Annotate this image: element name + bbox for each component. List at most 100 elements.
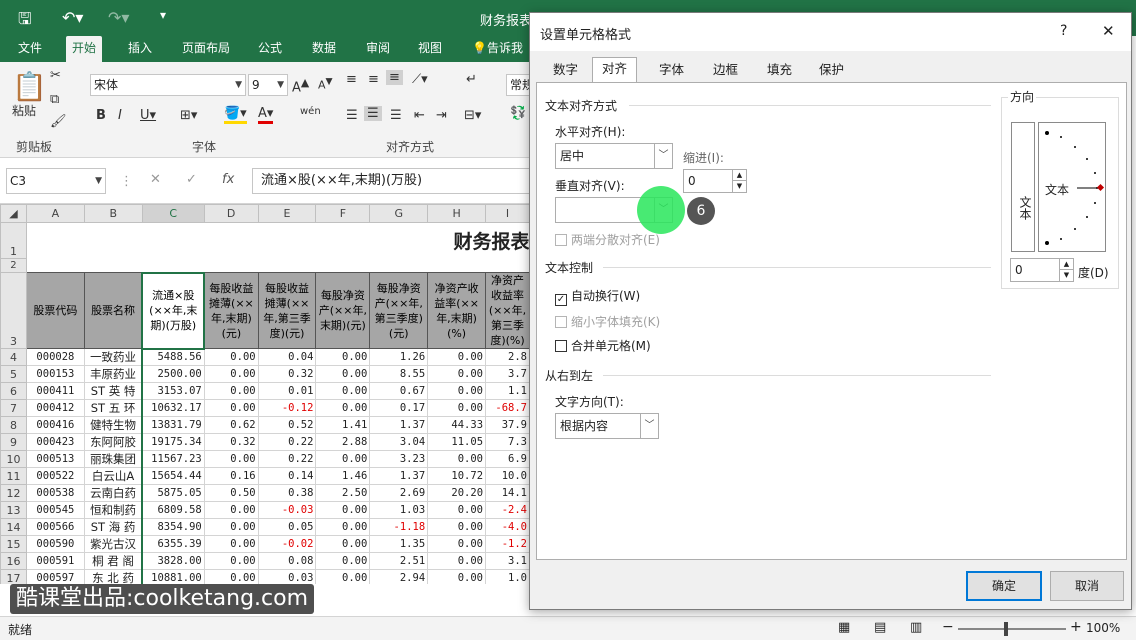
fill-color-icon[interactable]: 🪣▾ <box>224 106 247 124</box>
formula-input[interactable]: 流通×股(××年,末期)(万股) <box>252 168 540 194</box>
zoom-in-icon[interactable]: + <box>1070 619 1082 635</box>
font-name-combo[interactable]: 宋体 ▼ <box>90 74 246 96</box>
cell-value[interactable]: 0.32 <box>257 365 317 383</box>
cell-value[interactable]: 0.00 <box>315 382 371 400</box>
header-cell[interactable]: 股票名称 <box>83 272 143 349</box>
cell-value[interactable]: 0.00 <box>427 450 487 468</box>
cell-name[interactable]: 桐 君 阁 <box>83 552 143 570</box>
cell-value[interactable]: 0.22 <box>257 433 317 451</box>
cell-value[interactable]: 0.00 <box>315 348 371 366</box>
cell-value[interactable]: 0.00 <box>427 552 487 570</box>
cell-value[interactable]: 0.05 <box>257 518 317 536</box>
cell-value[interactable]: 5875.05 <box>141 484 205 502</box>
cell-code[interactable]: 000411 <box>25 382 85 400</box>
font-color-icon[interactable]: A▾ <box>258 106 274 124</box>
cell-name[interactable]: 恒和制药 <box>83 501 143 519</box>
customize-icon[interactable]: ▾ <box>160 8 166 22</box>
cell-value[interactable]: 1.37 <box>369 416 429 434</box>
cell-value[interactable]: 0.38 <box>257 484 317 502</box>
paste-icon[interactable]: 📋 <box>12 70 47 103</box>
undo-icon[interactable]: ↶▾ <box>62 8 83 27</box>
tab-review[interactable]: 审阅 <box>360 36 396 62</box>
row-header[interactable]: 3 <box>0 272 27 349</box>
cell-code[interactable]: 000412 <box>25 399 85 417</box>
page-break-view-icon[interactable]: ▥ <box>910 620 922 635</box>
cell-name[interactable]: 云南白药 <box>83 484 143 502</box>
orientation-dial[interactable]: 文本 <box>1038 122 1106 252</box>
shrink-to-fit-checkbox[interactable]: 缩小字体填充(K) <box>555 313 660 330</box>
cell-value[interactable]: 0.00 <box>315 552 371 570</box>
cell-code[interactable]: 000153 <box>25 365 85 383</box>
cell-value[interactable]: 0.03 <box>257 569 317 584</box>
row-header[interactable]: 5 <box>0 365 27 383</box>
cell-value[interactable]: 0.08 <box>257 552 317 570</box>
row-header[interactable]: 9 <box>0 433 27 451</box>
col-header-e[interactable]: E <box>257 204 317 223</box>
cell-value[interactable]: 13831.79 <box>141 416 205 434</box>
name-box[interactable]: C3 ▼ <box>6 168 106 194</box>
row-header[interactable]: 1 <box>0 222 27 259</box>
font-size-combo[interactable]: 9 ▼ <box>248 74 288 96</box>
horizontal-align-select[interactable]: 居中 ﹀ <box>555 143 673 169</box>
cell-value[interactable]: 3.04 <box>369 433 429 451</box>
cell-value[interactable]: -1.18 <box>369 518 429 536</box>
cell-value[interactable]: 1.41 <box>315 416 371 434</box>
cell-value[interactable]: 1.35 <box>369 535 429 553</box>
cell-value[interactable]: 6355.39 <box>141 535 205 553</box>
cell-value[interactable]: 2.88 <box>315 433 371 451</box>
cell-value[interactable]: 0.04 <box>257 348 317 366</box>
cell-value[interactable]: 6809.58 <box>141 501 205 519</box>
cell-value[interactable]: 2.69 <box>369 484 429 502</box>
cell-value[interactable]: 0.00 <box>315 535 371 553</box>
cell-value[interactable]: 0.00 <box>203 518 259 536</box>
row-header[interactable]: 8 <box>0 416 27 434</box>
cell-value[interactable]: -0.02 <box>257 535 317 553</box>
row-header[interactable]: 7 <box>0 399 27 417</box>
cell-value[interactable]: 1.0 <box>485 569 530 584</box>
cell-value[interactable]: 0.00 <box>203 348 259 366</box>
tab-view[interactable]: 视图 <box>412 36 448 62</box>
tab-home[interactable]: 开始 <box>66 36 103 62</box>
cell-code[interactable]: 000522 <box>25 467 85 485</box>
cell-value[interactable]: 2.50 <box>315 484 371 502</box>
cell-value[interactable]: 0.00 <box>203 552 259 570</box>
cell-value[interactable]: 14.1 <box>485 484 530 502</box>
cell-value[interactable]: 37.9 <box>485 416 530 434</box>
row-header[interactable]: 13 <box>0 501 27 519</box>
normal-view-icon[interactable]: ▦ <box>838 620 850 635</box>
cell-value[interactable]: 1.37 <box>369 467 429 485</box>
col-header-f[interactable]: F <box>315 204 371 223</box>
wrap-text-checkbox[interactable]: ✓ 自动换行(W) <box>555 287 640 306</box>
cell-value[interactable]: 0.22 <box>257 450 317 468</box>
header-cell[interactable]: 每股净资产(××年,第三季度)(元) <box>369 272 429 349</box>
cell-value[interactable]: 0.00 <box>315 569 371 584</box>
enter-icon[interactable]: ✓ <box>186 172 197 187</box>
cell-value[interactable]: 0.00 <box>427 382 487 400</box>
cell-value[interactable]: 0.00 <box>203 365 259 383</box>
cell-code[interactable]: 000597 <box>25 569 85 584</box>
cell-value[interactable]: 0.52 <box>257 416 317 434</box>
cell-value[interactable]: 2.94 <box>369 569 429 584</box>
spreadsheet-grid[interactable]: ◢ A B C D E F G H I 1 财务报表 2 3 股票代码 股票名称… <box>0 204 530 584</box>
paste-button[interactable]: 粘贴 <box>12 102 36 119</box>
cell-value[interactable]: -68.7 <box>485 399 530 417</box>
cell-value[interactable]: 0.50 <box>203 484 259 502</box>
cell-name[interactable]: 紫光古汉 <box>83 535 143 553</box>
cell-value[interactable]: 2.8 <box>485 348 530 366</box>
row-header[interactable]: 11 <box>0 467 27 485</box>
cell-value[interactable]: 0.00 <box>203 450 259 468</box>
cell-value[interactable]: 3.23 <box>369 450 429 468</box>
cell-code[interactable]: 000545 <box>25 501 85 519</box>
cell-value[interactable]: 0.00 <box>203 399 259 417</box>
selected-cell-c3[interactable]: 流通×股(××年,末期)(万股) <box>141 271 206 350</box>
cell-value[interactable]: 0.00 <box>203 569 259 584</box>
function-icon[interactable]: fx <box>222 172 234 187</box>
row-header[interactable]: 15 <box>0 535 27 553</box>
cell-value[interactable]: -1.2 <box>485 535 530 553</box>
ok-button[interactable]: 确定 <box>966 571 1042 601</box>
select-all-corner[interactable]: ◢ <box>0 204 27 223</box>
cell-value[interactable]: 0.01 <box>257 382 317 400</box>
row-header[interactable]: 16 <box>0 552 27 570</box>
cell-value[interactable]: 0.00 <box>427 365 487 383</box>
wrap-text-icon[interactable]: ↵ <box>466 72 477 87</box>
